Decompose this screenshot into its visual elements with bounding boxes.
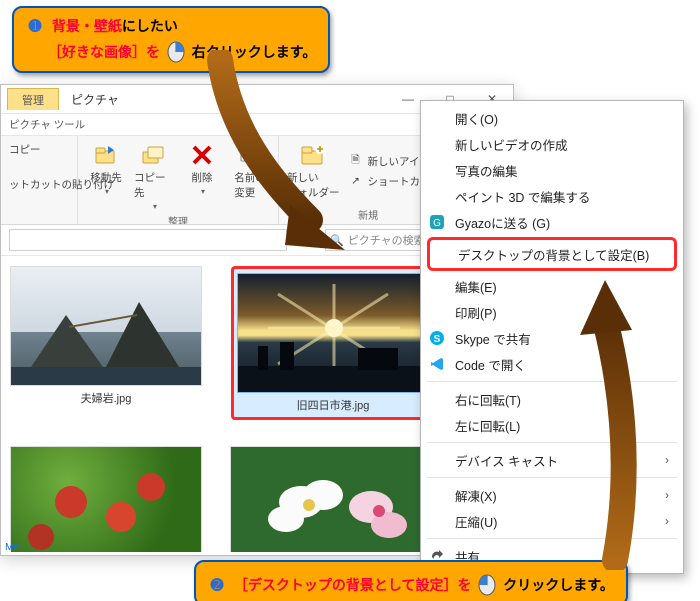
moveto-button[interactable]: 移動先▾ bbox=[84, 140, 128, 211]
menu-separator bbox=[427, 477, 677, 478]
chevron-right-icon: › bbox=[665, 488, 669, 502]
chevron-right-icon: › bbox=[665, 453, 669, 467]
menu-rotate-right[interactable]: 右に回転(T) bbox=[421, 386, 683, 412]
menu-unzip[interactable]: 解凍(X)› bbox=[421, 482, 683, 508]
ribbon-group-clipboard: コピー ットカットの貼り付け bbox=[1, 136, 78, 224]
thumbnail-item[interactable]: 夫婦岩.jpg bbox=[11, 266, 201, 420]
step-number: ➊ bbox=[26, 18, 44, 36]
skype-icon: S bbox=[429, 330, 445, 346]
context-menu: 開く(O) 新しいビデオの作成 写真の編集 ペイント 3D で編集する GGya… bbox=[420, 100, 684, 574]
thumbnail-item[interactable]: スイフヨウ｜酔芙蓉.jpg bbox=[231, 446, 421, 552]
thumbnail-image bbox=[237, 273, 429, 393]
menu-print[interactable]: 印刷(P) bbox=[421, 299, 683, 325]
ribbon-group-organize: 移動先▾ コピー先▾ 削除▾ 名前の 変更 整理 bbox=[78, 136, 279, 224]
search-icon: 🔍 bbox=[330, 234, 344, 247]
new-folder-icon bbox=[300, 142, 326, 168]
moveto-icon bbox=[93, 142, 119, 168]
step-number: ➋ bbox=[208, 577, 226, 595]
svg-text:S: S bbox=[434, 334, 441, 345]
tutorial-stage: 管理 ピクチャ — □ ✕ ピクチャ ツール コピー ットカットの貼り付け bbox=[0, 0, 700, 601]
thumbnail-image bbox=[230, 446, 422, 552]
search-placeholder: ピクチャの検索 bbox=[348, 232, 425, 248]
group-label-clipboard bbox=[7, 211, 71, 222]
callout-step1: ➊ 背景・壁紙にしたい ［好きな画像］を 右クリックします。 bbox=[12, 6, 330, 73]
vscode-icon bbox=[429, 356, 445, 372]
statusbar-size: MB bbox=[5, 541, 21, 553]
window-title: ピクチャ bbox=[71, 91, 119, 108]
refresh-icon[interactable]: ⟳ bbox=[309, 233, 319, 247]
menu-code[interactable]: Code で開く bbox=[421, 351, 683, 377]
thumbnail-caption: 旧四日市港.jpg bbox=[297, 397, 370, 413]
thumbnail-item[interactable]: リンゴの木.jpg bbox=[11, 446, 201, 552]
ribbon-context-tab[interactable]: 管理 bbox=[7, 88, 59, 110]
menu-set-background[interactable]: デスクトップの背景として設定(B) bbox=[427, 237, 677, 271]
copy-button[interactable]: コピー bbox=[7, 140, 43, 157]
gyazo-icon: G bbox=[429, 214, 445, 230]
menu-separator bbox=[427, 442, 677, 443]
delete-icon bbox=[189, 142, 215, 168]
thumbnail-item-selected[interactable]: 旧四日市港.jpg bbox=[231, 266, 435, 420]
menu-rotate-left[interactable]: 左に回転(L) bbox=[421, 412, 683, 438]
menu-edit[interactable]: 編集(E) bbox=[421, 273, 683, 299]
svg-text:G: G bbox=[433, 218, 441, 229]
thumbnail-image bbox=[10, 446, 202, 552]
mouse-icon bbox=[166, 37, 186, 63]
address-bar[interactable] bbox=[9, 229, 287, 251]
new-folder-button[interactable]: 新しい フォルダー bbox=[285, 140, 342, 200]
menu-zip[interactable]: 圧縮(U)› bbox=[421, 508, 683, 534]
chevron-right-icon: › bbox=[665, 514, 669, 528]
menu-cast[interactable]: デバイス キャスト› bbox=[421, 447, 683, 473]
thumbnail-image bbox=[10, 266, 202, 386]
menu-separator bbox=[427, 381, 677, 382]
rename-icon bbox=[237, 142, 263, 168]
menu-skype[interactable]: SSkype で共有 bbox=[421, 325, 683, 351]
menu-edit-photo[interactable]: 写真の編集 bbox=[421, 157, 683, 183]
menu-paint3d[interactable]: ペイント 3D で編集する bbox=[421, 183, 683, 209]
paste-shortcut-button[interactable]: ットカットの貼り付け bbox=[7, 175, 71, 192]
callout-step2: ➋ ［デスクトップの背景として設定］を クリックします。 bbox=[194, 560, 628, 601]
menu-separator bbox=[427, 538, 677, 539]
thumbnail-caption: 夫婦岩.jpg bbox=[81, 390, 132, 406]
shortcut-icon: ↗ bbox=[348, 173, 364, 189]
menu-open[interactable]: 開く(O) bbox=[421, 105, 683, 131]
rename-button[interactable]: 名前の 変更 bbox=[228, 140, 272, 211]
new-item-icon: 🗎 bbox=[348, 153, 364, 169]
group-label-organize: 整理 bbox=[84, 213, 272, 225]
mouse-icon bbox=[477, 570, 497, 596]
copyto-button[interactable]: コピー先▾ bbox=[132, 140, 176, 211]
delete-button[interactable]: 削除▾ bbox=[180, 140, 224, 211]
dropdown-icon[interactable]: ⌄ bbox=[293, 233, 303, 247]
menu-gyazo[interactable]: GGyazoに送る (G) bbox=[421, 209, 683, 235]
copyto-icon bbox=[141, 142, 167, 168]
menu-new-video[interactable]: 新しいビデオの作成 bbox=[421, 131, 683, 157]
